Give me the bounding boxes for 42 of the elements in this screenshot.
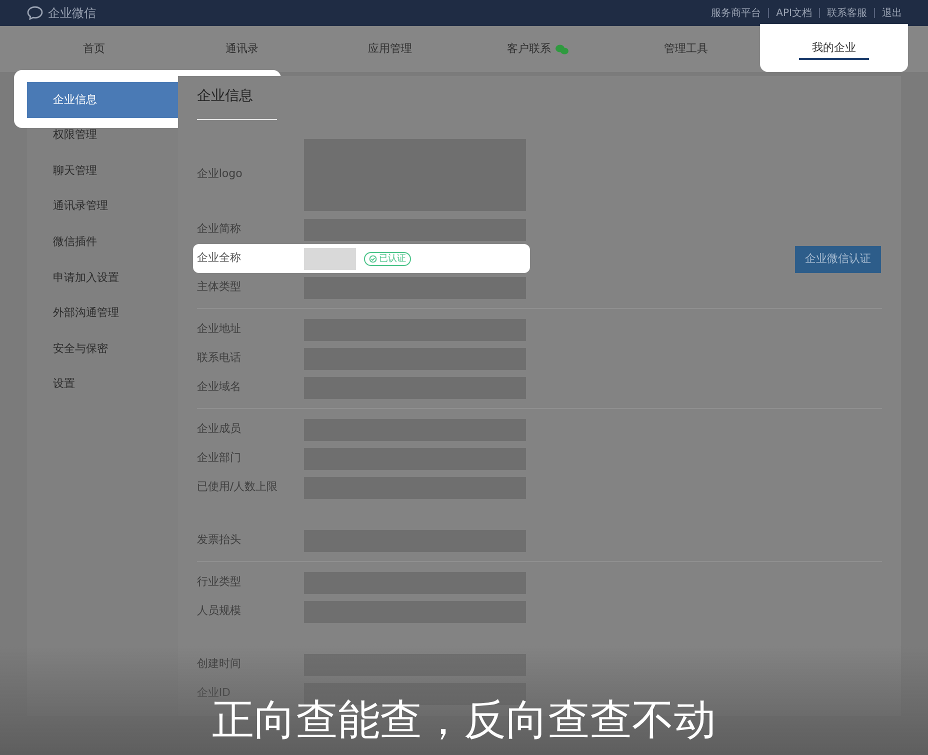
- field-label: 企业成员: [196, 421, 242, 438]
- nav-tab[interactable]: 管理工具: [612, 26, 760, 72]
- sidebar-item[interactable]: 微信插件: [27, 224, 178, 260]
- top-link[interactable]: API文档: [776, 6, 812, 20]
- sidebar-item[interactable]: 企业信息: [27, 82, 178, 118]
- field-label: 行业类型: [196, 574, 242, 590]
- field-label: 人员规模: [196, 603, 242, 620]
- field-label: 企业地址: [196, 321, 242, 338]
- chat-logo-icon: [26, 5, 44, 21]
- nav-tab[interactable]: 应用管理: [316, 26, 464, 72]
- nav-tab[interactable]: 通讯录: [168, 26, 316, 72]
- field-label: 企业部门: [196, 450, 242, 466]
- brand-name: 企业微信: [48, 5, 96, 22]
- top-link[interactable]: 联系客服: [827, 6, 867, 20]
- nav-tab[interactable]: 客户联系: [464, 26, 612, 72]
- field-label: 企业logo: [196, 166, 244, 182]
- verified-badge: 已认证: [364, 252, 411, 266]
- verify-button[interactable]: 企业微信认证: [795, 246, 881, 272]
- sidebar-item[interactable]: 安全与保密: [27, 331, 178, 367]
- field-label: 主体类型: [196, 279, 242, 296]
- page-title: 企业信息: [196, 88, 253, 104]
- field-label: 企业域名: [196, 379, 242, 396]
- sidebar-item[interactable]: 通讯录管理: [27, 188, 178, 224]
- nav-tab[interactable]: 我的企业: [760, 24, 908, 72]
- top-link[interactable]: 服务商平台: [711, 6, 762, 20]
- field-label: 企业全称: [196, 250, 242, 266]
- field-label: 创建时间: [196, 656, 242, 672]
- nav-tab[interactable]: 首页: [20, 26, 168, 72]
- field-label: 发票抬头: [196, 532, 242, 548]
- top-link[interactable]: 退出: [882, 6, 902, 20]
- field-label: 联系电话: [196, 350, 242, 366]
- redacted-value: [304, 248, 356, 270]
- sidebar-item[interactable]: 权限管理: [27, 118, 178, 154]
- field-label: 已使用/人数上限: [196, 479, 279, 496]
- sidebar-item[interactable]: 设置: [27, 366, 178, 402]
- sidebar-item[interactable]: 申请加入设置: [27, 260, 178, 296]
- field-label: 企业简称: [196, 221, 242, 238]
- check-circle-icon: [368, 254, 377, 262]
- wechat-icon: [555, 44, 569, 54]
- video-caption: 正向查能查，反向查查不动: [212, 699, 716, 741]
- sidebar-item[interactable]: 外部沟通管理: [27, 296, 178, 332]
- sidebar-item[interactable]: 聊天管理: [27, 153, 178, 189]
